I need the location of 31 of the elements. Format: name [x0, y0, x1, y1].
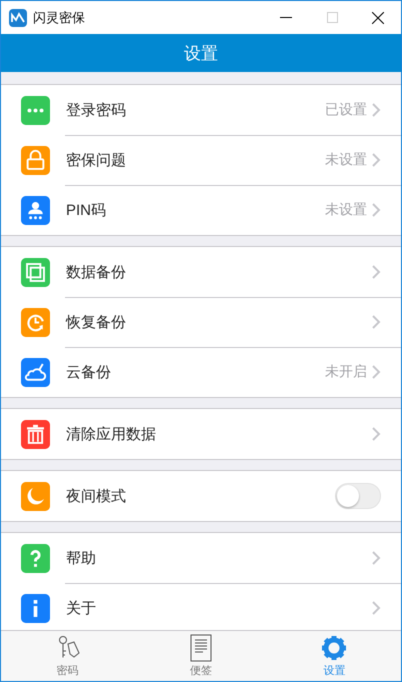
chevron-icon [371, 365, 381, 379]
setting-label[interactable]: 密保问题 [66, 150, 325, 170]
setting-status: 未设置 [325, 151, 367, 169]
toggle-switch[interactable] [335, 483, 381, 509]
page-title: 设置 [184, 42, 218, 64]
chevron-icon [371, 551, 381, 565]
chevron-icon [371, 265, 381, 279]
setting-label[interactable]: 登录密码 [66, 100, 325, 120]
note-icon [188, 634, 214, 662]
chevron-icon [371, 315, 381, 329]
chevron-icon [371, 103, 381, 117]
chevron-icon [371, 601, 381, 615]
gear-icon [321, 634, 348, 662]
close-icon[interactable] [372, 12, 384, 24]
tab[interactable]: 密码 [1, 631, 134, 681]
chevron-icon [371, 153, 381, 167]
minimize-icon[interactable] [280, 16, 292, 18]
setting-status: 未设置 [325, 201, 367, 219]
window-title: 闪灵密保 [33, 8, 86, 26]
setting-label[interactable]: 关于 [66, 598, 371, 618]
setting-status: 未开启 [325, 363, 367, 381]
chevron-icon [371, 427, 381, 441]
setting-label[interactable]: PIN码 [66, 200, 325, 220]
setting-label[interactable]: 数据备份 [66, 262, 371, 282]
setting-label[interactable]: 帮助 [66, 548, 371, 568]
tab[interactable]: 便签 [134, 631, 268, 681]
app-logo-icon [9, 8, 27, 26]
setting-label[interactable]: 恢复备份 [66, 312, 371, 332]
setting-label[interactable]: 云备份 [66, 362, 325, 382]
setting-status: 已设置 [325, 101, 367, 119]
chevron-icon [371, 203, 381, 217]
